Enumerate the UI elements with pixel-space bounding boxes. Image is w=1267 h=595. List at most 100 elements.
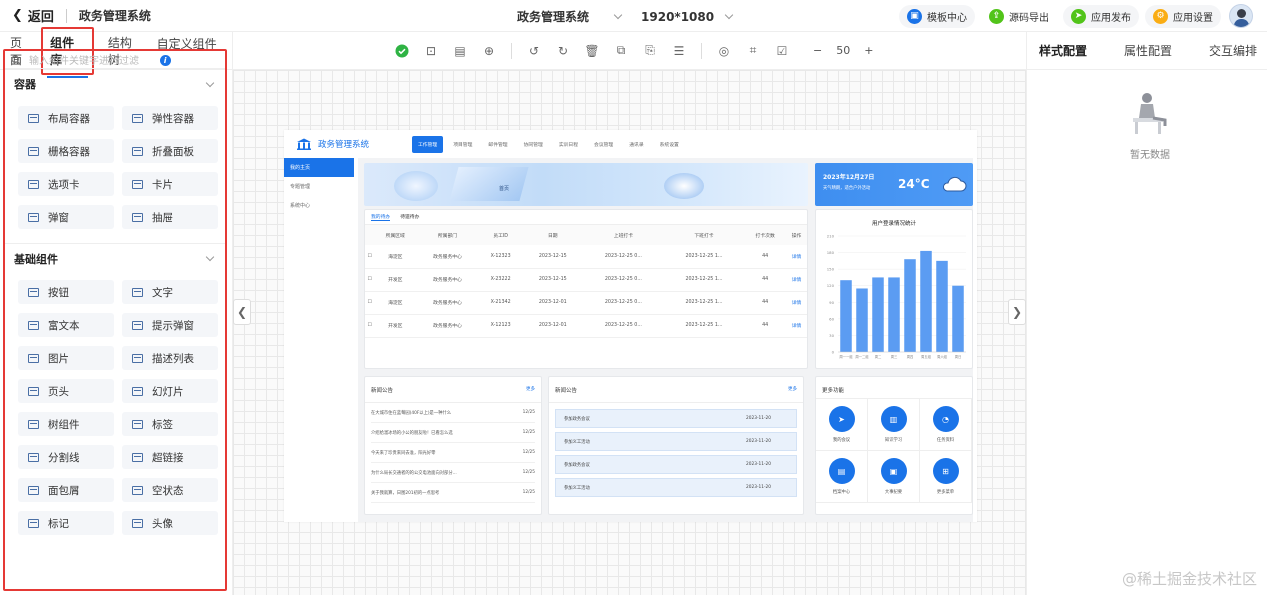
- component-empty[interactable]: 空状态: [122, 478, 218, 502]
- table-tab[interactable]: 待遗待办: [400, 213, 419, 221]
- news-item[interactable]: 介绍给溜冰场的小公的朋友啦！已看怎么选 12/25: [371, 423, 535, 443]
- meeting-item[interactable]: 参加义工活动 2023-11-20: [555, 478, 797, 497]
- preview-side-item[interactable]: 我的主页: [284, 158, 354, 177]
- news-item[interactable]: 为什么局长交通者的的公交电池面向对部分... 12/25: [371, 463, 535, 483]
- avatar[interactable]: [1229, 4, 1253, 28]
- component-page-header[interactable]: 页头: [18, 379, 114, 403]
- preview-nav-item[interactable]: 实训日程: [553, 136, 584, 153]
- check-icon[interactable]: [395, 44, 409, 58]
- zoom-in-icon[interactable]: +: [864, 44, 873, 57]
- component-alert[interactable]: 提示弹窗: [122, 313, 218, 337]
- row-checkbox[interactable]: ☐: [365, 291, 375, 315]
- component-mark[interactable]: 标记: [18, 511, 114, 535]
- app-select[interactable]: 政务管理系统: [517, 8, 589, 25]
- feature-my-meetings[interactable]: ➤ 我的会议: [816, 399, 868, 451]
- resolution-select[interactable]: 1920*1080: [641, 10, 714, 24]
- code-icon[interactable]: ⌗: [746, 43, 760, 58]
- meeting-item[interactable]: 参加政务会议 2023-11-20: [555, 455, 797, 474]
- tab-interaction[interactable]: 交互编排: [1209, 42, 1257, 59]
- component-breadcrumb[interactable]: 面包屑: [18, 478, 114, 502]
- save-icon[interactable]: ▤: [453, 44, 467, 58]
- preview-nav-item[interactable]: 工作管理: [412, 135, 444, 153]
- section-header-basic[interactable]: 基础组件: [5, 243, 225, 273]
- component-tree[interactable]: 树组件: [18, 412, 114, 436]
- preview-nav-item[interactable]: 协同管理: [518, 136, 549, 153]
- tab-style-config[interactable]: 样式配置: [1039, 42, 1087, 59]
- preview-nav-item[interactable]: 项目管理: [447, 136, 478, 153]
- feature-archive[interactable]: ▤ 档案中心: [816, 451, 868, 503]
- crosshair-icon[interactable]: ⊕: [482, 44, 496, 58]
- component-text[interactable]: 文字: [122, 280, 218, 304]
- feature-events[interactable]: ▣ 大事纪要: [868, 451, 920, 503]
- news-item[interactable]: 今天来了珍贵来同去准，阳光好零 12/25: [371, 443, 535, 463]
- chevron-down-icon[interactable]: [724, 10, 734, 20]
- component-grid-container[interactable]: 栅格容器: [18, 139, 114, 163]
- news-item[interactable]: 关于我就算，日图201初的一点思考 12/25: [371, 483, 535, 503]
- component-layout-container[interactable]: 布局容器: [18, 106, 114, 130]
- preview-side-item[interactable]: 系统中心: [284, 196, 355, 215]
- feature-more-menu[interactable]: ⊞ 更多菜单: [920, 451, 972, 503]
- preview-nav-item[interactable]: 邮件管理: [482, 136, 513, 153]
- meeting-item[interactable]: 参加政务会议 2023-11-20: [555, 409, 797, 428]
- app-settings-button[interactable]: ⚙ 应用设置: [1145, 4, 1221, 28]
- component-richtext[interactable]: 富文本: [18, 313, 114, 337]
- detail-link[interactable]: 详情: [786, 268, 807, 292]
- collapse-left-button[interactable]: ❮: [233, 299, 251, 325]
- component-avatar[interactable]: 头像: [122, 511, 218, 535]
- more-link[interactable]: 更多: [788, 386, 797, 394]
- preview-nav-item[interactable]: 会议管理: [588, 136, 619, 153]
- copy-icon[interactable]: ⧉: [614, 43, 628, 58]
- component-description-list[interactable]: 描述列表: [122, 346, 218, 370]
- detail-link[interactable]: 详情: [786, 314, 807, 338]
- component-drawer[interactable]: 抽屉: [122, 205, 218, 229]
- publish-label: 应用发布: [1091, 12, 1131, 24]
- design-canvas[interactable]: ❮ ❯ 政务管理系统 工作管理 项目管理 邮件管理 协同管理 实训日程 会议管理…: [233, 70, 1026, 595]
- back-button[interactable]: ❮ 返回: [12, 6, 54, 25]
- component-tag[interactable]: 标签: [122, 412, 218, 436]
- component-tabs[interactable]: 选项卡: [18, 172, 114, 196]
- component-flex-container[interactable]: 弹性容器: [122, 106, 218, 130]
- template-center-button[interactable]: ▣ 模板中心: [899, 4, 975, 28]
- preview-icon[interactable]: ◎: [717, 44, 731, 58]
- more-link[interactable]: 更多: [526, 386, 535, 394]
- component-collapse[interactable]: 折叠面板: [122, 139, 218, 163]
- component-search[interactable]: 输入组件关键字进行过滤: [5, 51, 225, 69]
- undo-icon[interactable]: ↺: [527, 44, 541, 58]
- table-cell: 政务服务中心: [416, 268, 479, 292]
- component-divider[interactable]: 分割线: [18, 445, 114, 469]
- meeting-item[interactable]: 参加义工活动 2023-11-20: [555, 432, 797, 451]
- component-dialog[interactable]: 弹窗: [18, 205, 114, 229]
- table-tab[interactable]: 我的待办: [371, 213, 391, 221]
- preview-nav-item[interactable]: 系统设置: [654, 136, 685, 153]
- component-button[interactable]: 按钮: [18, 280, 114, 304]
- feature-task-docs[interactable]: ◔ 任务资料: [920, 399, 972, 451]
- empty-illustration-icon: [1125, 88, 1175, 138]
- row-checkbox[interactable]: ☐: [365, 245, 375, 269]
- collapse-right-button[interactable]: ❯: [1008, 299, 1026, 325]
- paste-icon[interactable]: ⎘: [643, 43, 657, 58]
- tab-property-config[interactable]: 属性配置: [1124, 42, 1172, 59]
- delete-icon[interactable]: 🗑: [584, 44, 599, 58]
- chevron-down-icon[interactable]: [613, 10, 623, 20]
- component-image[interactable]: 图片: [18, 346, 114, 370]
- zoom-out-icon[interactable]: −: [813, 44, 822, 57]
- news-item[interactable]: 在大城市住在蓝莓园(40F以上)是一种什么 12/25: [371, 403, 535, 423]
- page-preview[interactable]: 政务管理系统 工作管理 项目管理 邮件管理 协同管理 实训日程 会议管理 通讯录…: [284, 130, 977, 522]
- list-icon[interactable]: ☰: [672, 44, 686, 58]
- feature-learning[interactable]: ▥ 知识学习: [868, 399, 920, 451]
- section-header-containers[interactable]: 容器: [5, 69, 225, 99]
- component-link[interactable]: 超链接: [122, 445, 218, 469]
- preview-nav-item[interactable]: 通讯录: [623, 136, 649, 153]
- row-checkbox[interactable]: ☐: [365, 314, 375, 338]
- export-source-button[interactable]: ⇪ 源码导出: [981, 5, 1057, 28]
- validate-icon[interactable]: ☑: [775, 44, 789, 58]
- component-card[interactable]: 卡片: [122, 172, 218, 196]
- preview-side-item[interactable]: 专题管理: [284, 177, 355, 196]
- detail-link[interactable]: 详情: [786, 245, 807, 269]
- lock-icon[interactable]: ⊡: [424, 44, 438, 58]
- redo-icon[interactable]: ↻: [556, 44, 570, 58]
- component-carousel[interactable]: 幻灯片: [122, 379, 218, 403]
- publish-button[interactable]: ➤ 应用发布: [1063, 4, 1139, 28]
- row-checkbox[interactable]: ☐: [365, 268, 375, 292]
- detail-link[interactable]: 详情: [786, 291, 807, 315]
